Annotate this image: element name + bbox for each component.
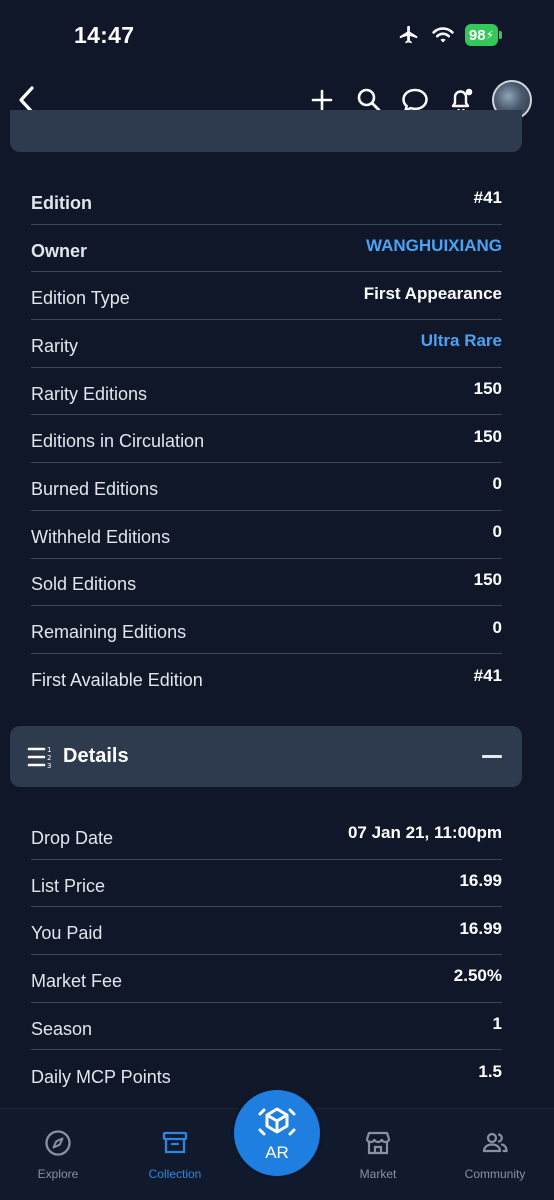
row-value: 16.99 xyxy=(459,871,502,891)
tab-collection[interactable]: Collection xyxy=(120,1129,230,1181)
row-value: 150 xyxy=(473,379,502,399)
wifi-icon xyxy=(432,27,454,43)
list-item: List Price 16.99 xyxy=(31,860,502,908)
tab-explore[interactable]: Explore xyxy=(3,1129,113,1181)
row-value-link[interactable]: Ultra Rare xyxy=(421,331,502,351)
row-value: First Appearance xyxy=(363,283,502,303)
row-label: Owner xyxy=(31,240,88,261)
list-item[interactable]: Owner WANGHUIXIANG xyxy=(31,225,502,273)
airplane-icon xyxy=(399,25,418,44)
row-label: Edition Type xyxy=(31,288,130,309)
list-item: Editions in Circulation 150 xyxy=(31,415,502,464)
row-label: You Paid xyxy=(31,923,103,944)
list-item: Withheld Editions 0 xyxy=(31,511,502,559)
collapse-icon[interactable] xyxy=(482,755,502,758)
list-item: Remaining Editions 0 xyxy=(31,606,502,654)
row-label: Burned Editions xyxy=(31,478,159,499)
row-value: 0 xyxy=(492,617,502,637)
row-label: Edition xyxy=(31,192,92,213)
people-icon xyxy=(482,1132,508,1153)
list-item: Season 1 xyxy=(31,1003,502,1051)
svg-text:2: 2 xyxy=(47,754,51,762)
numbered-list-icon: 1 2 3 xyxy=(27,746,51,770)
list-item: You Paid 16.99 xyxy=(31,907,502,956)
row-value: 1 xyxy=(492,1014,502,1034)
tab-community[interactable]: Community xyxy=(440,1129,550,1181)
row-label: First Available Edition xyxy=(31,670,203,691)
details-title: Details xyxy=(63,745,129,767)
row-value: 2.50% xyxy=(453,966,502,986)
row-value: 150 xyxy=(473,569,502,589)
plus-icon xyxy=(311,89,333,111)
row-value: 0 xyxy=(492,474,502,494)
row-label: Daily MCP Points xyxy=(31,1066,171,1087)
archive-box-icon xyxy=(162,1131,188,1154)
ar-button[interactable]: AR xyxy=(234,1090,320,1176)
list-item: Market Fee 2.50% xyxy=(31,955,502,1003)
svg-text:1: 1 xyxy=(47,746,51,754)
row-label: Rarity xyxy=(31,335,79,356)
details-section-header[interactable]: 1 2 3 Details xyxy=(10,726,522,787)
status-bar: 14:47 98 ⚡ xyxy=(0,0,554,75)
edition-info-list: Edition #41 Owner WANGHUIXIANG Edition Type F… xyxy=(31,177,502,702)
status-icons: 98 ⚡ xyxy=(397,24,502,46)
tab-label: Community xyxy=(464,1167,526,1181)
collapsed-panel[interactable] xyxy=(10,110,522,152)
row-label: Withheld Editions xyxy=(31,526,171,547)
row-label: Remaining Editions xyxy=(31,622,187,643)
status-time: 14:47 xyxy=(74,22,135,48)
row-label: Drop Date xyxy=(31,827,114,848)
row-label: List Price xyxy=(31,875,106,896)
ar-label: AR xyxy=(265,1143,289,1162)
row-value-link[interactable]: WANGHUIXIANG xyxy=(366,236,502,256)
row-value: 150 xyxy=(473,426,502,446)
svg-text:3: 3 xyxy=(47,762,51,770)
row-value: #41 xyxy=(473,665,502,685)
row-value: 0 xyxy=(492,522,502,542)
row-label: Season xyxy=(31,1018,93,1039)
tab-label: Market xyxy=(359,1167,397,1181)
tab-label: Collection xyxy=(148,1167,202,1181)
details-list: Drop Date 07 Jan 21, 11:00pm List Price 16.… xyxy=(31,812,502,1098)
row-label: Editions in Circulation xyxy=(31,431,205,452)
row-value: 07 Jan 21, 11:00pm xyxy=(347,823,502,843)
ar-cube-icon xyxy=(258,1107,296,1136)
compass-icon xyxy=(45,1130,71,1156)
row-label: Market Fee xyxy=(31,970,123,991)
tab-market[interactable]: Market xyxy=(323,1129,433,1181)
list-item: Edition #41 xyxy=(31,177,502,225)
battery-level: 98 xyxy=(468,26,486,44)
row-value: #41 xyxy=(473,188,502,208)
row-value: 1.5 xyxy=(478,1062,502,1082)
list-item[interactable]: Rarity Ultra Rare xyxy=(31,320,502,368)
row-label: Rarity Editions xyxy=(31,383,148,404)
list-item: Drop Date 07 Jan 21, 11:00pm xyxy=(31,812,502,860)
list-item: Rarity Editions 150 xyxy=(31,368,502,416)
tab-label: Explore xyxy=(37,1167,79,1181)
battery-indicator: 98 ⚡ xyxy=(464,24,502,46)
row-label: Sold Editions xyxy=(31,574,137,595)
list-item: Burned Editions 0 xyxy=(31,463,502,511)
row-value: 16.99 xyxy=(459,918,502,938)
list-item: Sold Editions 150 xyxy=(31,559,502,607)
list-item: Edition Type First Appearance xyxy=(31,272,502,321)
list-item: First Available Edition #41 xyxy=(31,654,502,702)
storefront-icon xyxy=(365,1131,391,1155)
